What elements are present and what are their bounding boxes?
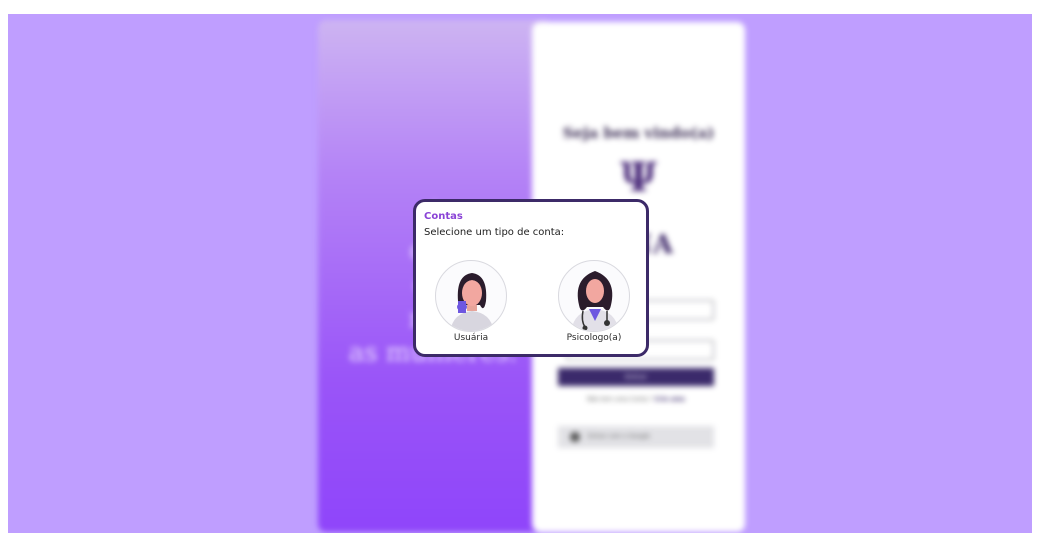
psi-logo-icon: Ψ — [620, 154, 657, 201]
account-option-psychologist[interactable]: Psicologo(a) — [546, 260, 642, 350]
signup-link[interactable]: Crie uma — [655, 396, 685, 403]
google-login-button[interactable]: Entrar com o Google — [558, 426, 714, 448]
account-option-user[interactable]: Usuária — [423, 260, 519, 350]
modal-title: Contas — [424, 211, 463, 222]
option-label-user: Usuária — [453, 333, 489, 343]
modal-subtitle: Selecione um tipo de conta: — [424, 227, 565, 238]
signup-prefix: Não tem uma Conta ? — [587, 396, 653, 403]
login-button[interactable]: Entrar — [558, 368, 714, 386]
google-button-label: Entrar com o Google — [588, 433, 650, 440]
account-type-modal: Contas Selecione um tipo de conta: Usuár… — [413, 199, 649, 357]
psychologist-icon — [558, 260, 630, 332]
user-woman-icon — [435, 260, 507, 332]
signup-line: Não tem uma Conta ? Crie uma — [558, 396, 714, 403]
option-label-psychologist: Psicologo(a) — [566, 333, 622, 343]
google-icon — [570, 432, 580, 442]
welcome-title: Seja bem vindo(a) — [562, 124, 715, 142]
